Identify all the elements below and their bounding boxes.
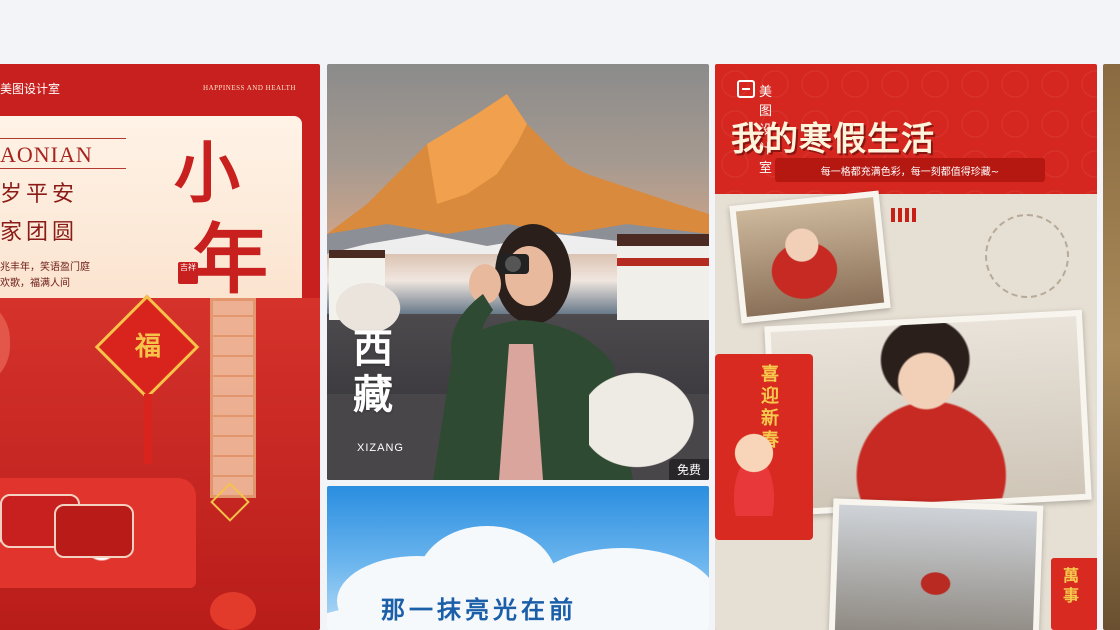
card-tagline: HAPPINESS AND HEALTH (203, 84, 296, 92)
seal-stamp: 吉祥 (178, 262, 198, 284)
top-bar (0, 0, 1120, 64)
card-line-1: 岁平安 (0, 182, 79, 207)
card-line-2: 家团圆 (0, 220, 79, 245)
card-title: 我的寒假生活 (731, 119, 935, 158)
postmark-stamp (985, 214, 1069, 298)
template-card-winter-break[interactable]: 美图设计室 我的寒假生活 每一格都充满色彩，每一刻都值得珍藏~ 喜迎新春 萬事 (715, 64, 1097, 630)
photo-image (834, 504, 1038, 630)
card-text: 那一抹亮光在前 (381, 596, 577, 624)
ribbon-text: 每一格都充满色彩，每一刻都值得珍藏~ (820, 167, 1000, 178)
template-card-xiaonian[interactable]: 美图设计室 HAPPINESS AND HEALTH AONIAN 岁平安 家团… (0, 64, 320, 630)
card-small-2: 欢歌，福满人间 (0, 278, 70, 289)
free-badge: 免费 (668, 459, 709, 480)
card-big-char-2: 年 (192, 215, 268, 304)
lattice-window (210, 298, 256, 498)
card-pinyin: AONIAN (0, 142, 93, 167)
photo-frame (729, 190, 891, 324)
photo-image (770, 316, 1086, 510)
checker-pattern (891, 208, 919, 222)
template-card-sky[interactable]: 那一抹亮光在前 (327, 486, 709, 630)
fu-character: 福 (134, 332, 161, 362)
cartoon-kid (719, 426, 789, 516)
lantern (210, 592, 256, 630)
template-card-partial[interactable] (1103, 64, 1120, 630)
photo-image (735, 197, 885, 317)
meitu-logo-icon (737, 80, 755, 98)
card-ribbon: 每一格都充满色彩，每一刻都值得珍藏~ (775, 158, 1045, 182)
photo-frame (764, 309, 1092, 517)
card-subtitle: XIZANG (357, 442, 404, 454)
template-card-xizang[interactable]: 西 藏 XIZANG 免费 (327, 64, 709, 480)
card-small-1: 兆丰年，笑语盈门庭 (0, 262, 90, 273)
divider (0, 138, 126, 139)
festival-card: 萬事 (1051, 558, 1097, 630)
card-title: 西 藏 (353, 326, 393, 418)
divider (0, 168, 126, 169)
title-char-1: 西 (353, 326, 393, 372)
card-text: 萬事 (1063, 566, 1080, 605)
template-grid: 美图设计室 HAPPINESS AND HEALTH AONIAN 岁平安 家团… (0, 64, 1120, 630)
photo-frame (828, 498, 1044, 630)
title-char-2: 藏 (353, 372, 393, 418)
card-brand: 美图设计室 (0, 82, 61, 96)
tassel (144, 394, 152, 464)
pillow (54, 504, 134, 558)
